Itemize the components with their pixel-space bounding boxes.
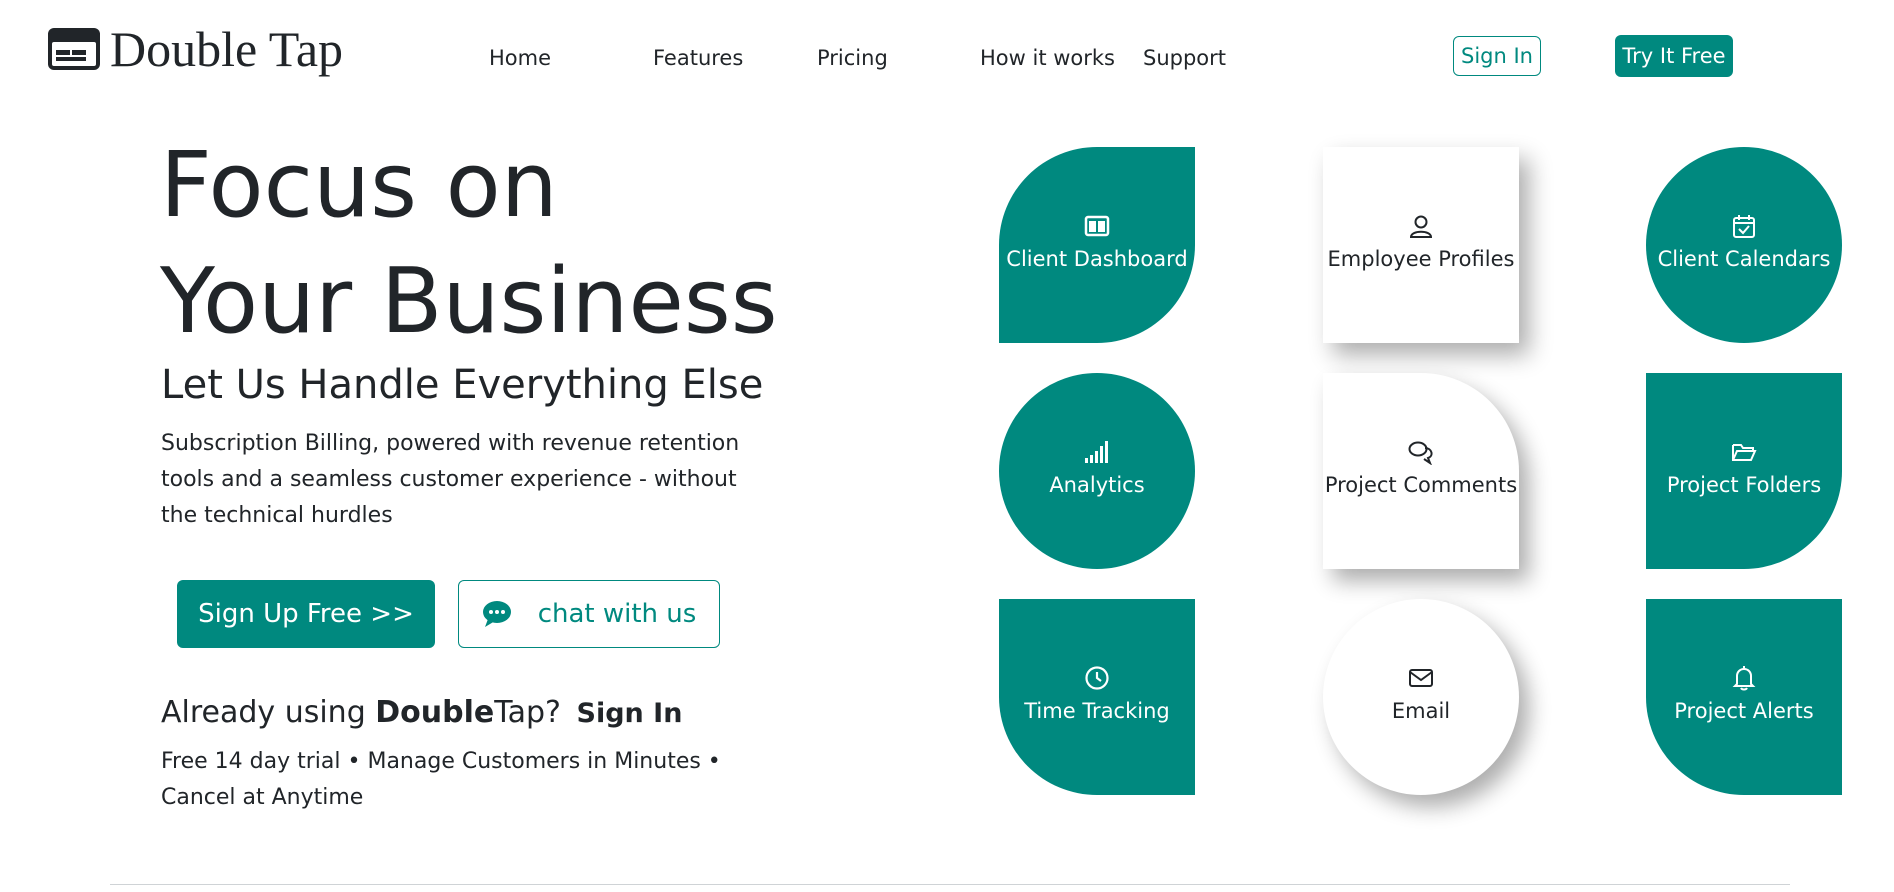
- feature-label: Analytics: [1049, 473, 1145, 497]
- clock-icon: [1085, 666, 1109, 690]
- sign-up-free-button[interactable]: Sign Up Free >>: [177, 580, 435, 648]
- signal-bars-icon: [1085, 441, 1108, 463]
- already-brand-bold: Double: [375, 695, 495, 730]
- feature-label: Project Comments: [1324, 473, 1518, 497]
- feature-time-tracking[interactable]: Time Tracking: [999, 599, 1195, 795]
- folder-open-icon: [1732, 444, 1757, 461]
- feature-label: Email: [1391, 699, 1451, 723]
- sign-in-button[interactable]: Sign In: [1453, 36, 1541, 76]
- chat-dots-icon: [482, 601, 511, 627]
- feature-client-calendars[interactable]: Client Calendars: [1646, 147, 1842, 343]
- envelope-icon: [1409, 669, 1433, 687]
- feature-label: Time Tracking: [1024, 699, 1170, 723]
- fine-print: Free 14 day trial • Manage Customers in …: [161, 749, 721, 810]
- chat-with-us-label: chat with us: [537, 599, 697, 629]
- feature-analytics[interactable]: Analytics: [999, 373, 1195, 569]
- credit-card-icon: [48, 28, 100, 70]
- try-it-free-button[interactable]: Try It Free: [1615, 35, 1733, 77]
- feature-label: Project Folders: [1666, 473, 1822, 497]
- feature-label: Project Alerts: [1674, 699, 1814, 723]
- feature-project-comments[interactable]: Project Comments: [1323, 373, 1519, 569]
- chat-bubbles-icon: [1408, 441, 1433, 465]
- nav-features[interactable]: Features: [653, 46, 743, 70]
- hero-title: Focus on Your Business: [160, 128, 778, 360]
- person-icon: [1409, 215, 1433, 238]
- section-divider: [110, 884, 1790, 885]
- chat-with-us-button[interactable]: chat with us: [458, 580, 720, 648]
- nav-how-it-works[interactable]: How it works: [980, 46, 1115, 70]
- feature-email[interactable]: Email: [1323, 599, 1519, 795]
- hero-description: Subscription Billing, powered with reven…: [161, 431, 740, 528]
- already-brand-rest: Tap?: [494, 695, 561, 730]
- nav-pricing[interactable]: Pricing: [817, 46, 888, 70]
- brand-name: Double Tap: [110, 21, 344, 77]
- bell-icon: [1732, 666, 1756, 691]
- feature-label: Employee Profiles: [1327, 247, 1515, 271]
- feature-label: Client Calendars: [1657, 247, 1831, 271]
- hero-title-line2: Your Business: [160, 249, 778, 354]
- feature-client-dashboard[interactable]: Client Dashboard: [999, 147, 1195, 343]
- layout-icon: [1084, 215, 1110, 237]
- brand-logo[interactable]: Double Tap: [48, 24, 343, 74]
- hero-title-line1: Focus on: [160, 133, 558, 238]
- calendar-check-icon: [1733, 215, 1755, 238]
- feature-employee-profiles[interactable]: Employee Profiles: [1323, 147, 1519, 343]
- hero-sign-in-link[interactable]: Sign In: [577, 698, 683, 729]
- feature-label: Client Dashboard: [1006, 247, 1188, 271]
- feature-project-alerts[interactable]: Project Alerts: [1646, 599, 1842, 795]
- nav-home[interactable]: Home: [489, 46, 551, 70]
- already-using-line: Already using DoubleTap? Sign In: [161, 695, 682, 730]
- already-prefix: Already using: [161, 695, 376, 730]
- nav-support[interactable]: Support: [1143, 46, 1226, 70]
- feature-project-folders[interactable]: Project Folders: [1646, 373, 1842, 569]
- hero-subtitle: Let Us Handle Everything Else: [161, 362, 764, 408]
